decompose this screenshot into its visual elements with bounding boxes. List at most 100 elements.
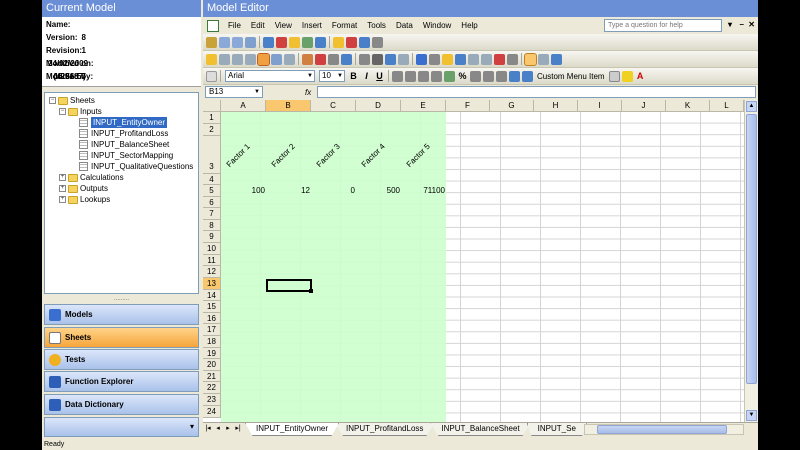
cell-value[interactable]: 500 [360, 186, 400, 195]
row-header[interactable]: 1 [203, 112, 221, 124]
indent-icon[interactable] [509, 70, 520, 82]
toolbar-icon[interactable] [232, 53, 243, 65]
toolbar-icon[interactable] [257, 52, 270, 66]
toolbar-icon[interactable] [507, 53, 518, 65]
cell-value[interactable]: 12 [270, 186, 310, 195]
toolbar-icon[interactable] [245, 53, 256, 65]
toolbar-icon[interactable] [346, 36, 357, 48]
row-header[interactable]: 23 [203, 394, 221, 406]
menu-data[interactable]: Data [391, 21, 418, 30]
percent-button[interactable]: % [456, 71, 469, 81]
row-header[interactable]: 16 [203, 313, 221, 324]
column-header[interactable]: D [356, 100, 401, 112]
toolbar-icon[interactable] [276, 36, 287, 48]
row-header[interactable]: 4 [203, 174, 221, 185]
nav-function-explorer-button[interactable]: Function Explorer [44, 371, 199, 392]
row-header[interactable]: 11 [203, 255, 221, 266]
toolbar-icon[interactable] [359, 36, 370, 48]
column-header[interactable]: H [534, 100, 578, 112]
toolbar-icon[interactable] [429, 53, 440, 65]
italic-button[interactable]: I [360, 71, 373, 81]
menu-file[interactable]: File [223, 21, 246, 30]
toolbar-icon[interactable] [455, 53, 466, 65]
toolbar-icon[interactable] [263, 36, 274, 48]
toolbar-icon[interactable] [232, 36, 243, 48]
tree-node-calculations[interactable]: + Calculations [47, 172, 196, 183]
column-header[interactable]: J [622, 100, 666, 112]
toolbar-icon[interactable] [398, 53, 409, 65]
scroll-up-icon[interactable]: ▲ [746, 101, 757, 112]
currency-icon[interactable] [444, 70, 455, 82]
cell-value[interactable]: 71100 [405, 186, 445, 195]
toolbar-icon[interactable] [333, 36, 344, 48]
vertical-scrollbar[interactable]: ▲ ▼ [744, 100, 758, 422]
custom-menu-item[interactable]: Custom Menu Item [537, 72, 605, 81]
row-header[interactable]: 21 [203, 371, 221, 382]
row-header[interactable]: 15 [203, 301, 221, 313]
tree-node-sheets[interactable]: − Sheets [47, 95, 196, 106]
row-header[interactable]: 14 [203, 290, 221, 301]
row-header[interactable]: 9 [203, 231, 221, 243]
nav-tests-button[interactable]: Tests [44, 349, 199, 370]
toolbar-icon[interactable] [372, 53, 383, 65]
tree-item-input-profitandloss[interactable]: INPUT_ProfitandLoss [47, 128, 196, 139]
toolbar-icon[interactable] [315, 36, 326, 48]
grid-icon[interactable] [524, 52, 537, 66]
toolbar-icon[interactable] [538, 53, 549, 65]
row-header[interactable]: 17 [203, 324, 221, 336]
active-cell-b13[interactable] [266, 279, 313, 293]
fill-color-icon[interactable] [621, 70, 633, 82]
toolbar-icon[interactable] [271, 53, 282, 65]
merge-icon[interactable] [431, 70, 442, 82]
tree-item-input-qualitativequestions[interactable]: INPUT_QualitativeQuestions [47, 161, 196, 172]
toolbar-icon[interactable] [302, 53, 313, 65]
align-right-icon[interactable] [418, 70, 429, 82]
menu-view[interactable]: View [270, 21, 297, 30]
open-icon[interactable] [206, 53, 217, 65]
column-header[interactable]: B [266, 100, 311, 112]
row-header[interactable]: 3 [203, 136, 221, 174]
pane-splitter[interactable]: ......... [44, 296, 199, 303]
prev-sheet-icon[interactable]: ◂ [213, 423, 223, 435]
font-name-select[interactable]: Arial ▼ [225, 70, 315, 82]
formula-input[interactable] [317, 86, 756, 98]
column-header[interactable]: I [578, 100, 622, 112]
increase-decimal-icon[interactable] [483, 70, 494, 82]
toolbar-icon[interactable] [468, 53, 479, 65]
toolbar-icon[interactable] [219, 53, 230, 65]
toolbar-icon[interactable] [328, 53, 339, 65]
menu-help[interactable]: Help [456, 21, 482, 30]
row-header[interactable]: 20 [203, 359, 221, 371]
column-header[interactable]: L [710, 100, 744, 112]
menu-insert[interactable]: Insert [297, 21, 327, 30]
collapse-icon[interactable]: − [49, 97, 56, 104]
cell-value[interactable]: 100 [225, 186, 265, 195]
select-all-corner[interactable] [203, 100, 221, 112]
toolbar-icon[interactable] [206, 36, 217, 48]
menu-edit[interactable]: Edit [246, 21, 270, 30]
tree-node-inputs[interactable]: − Inputs [47, 106, 196, 117]
toolbar-icon[interactable] [315, 53, 326, 65]
toolbar-icon[interactable] [385, 53, 396, 65]
toolbar-icon[interactable] [359, 53, 370, 65]
tree-item-input-entityowner[interactable]: INPUT_EntityOwner [47, 117, 196, 128]
collapse-icon[interactable]: − [59, 108, 66, 115]
close-icon[interactable]: ✕ [748, 20, 755, 29]
workbook-icon[interactable] [207, 19, 219, 32]
nav-data-dictionary-button[interactable]: Data Dictionary [44, 394, 199, 415]
row-header[interactable]: 24 [203, 406, 221, 418]
row-header[interactable]: 19 [203, 348, 221, 359]
new-icon[interactable] [206, 70, 217, 82]
expand-icon[interactable]: + [59, 185, 66, 192]
column-header[interactable]: F [446, 100, 490, 112]
row-header[interactable]: 13 [203, 278, 221, 290]
tree-node-lookups[interactable]: + Lookups [47, 194, 196, 205]
font-size-select[interactable]: 10 ▼ [319, 70, 345, 82]
minimize-icon[interactable]: – [740, 20, 744, 29]
next-sheet-icon[interactable]: ▸ [223, 423, 233, 435]
underline-button[interactable]: U [373, 71, 386, 81]
toolbar-icon[interactable] [442, 53, 453, 65]
help-search-input[interactable]: Type a question for help [604, 19, 722, 32]
toolbar-icon[interactable] [416, 53, 427, 65]
decrease-decimal-icon[interactable] [496, 70, 507, 82]
